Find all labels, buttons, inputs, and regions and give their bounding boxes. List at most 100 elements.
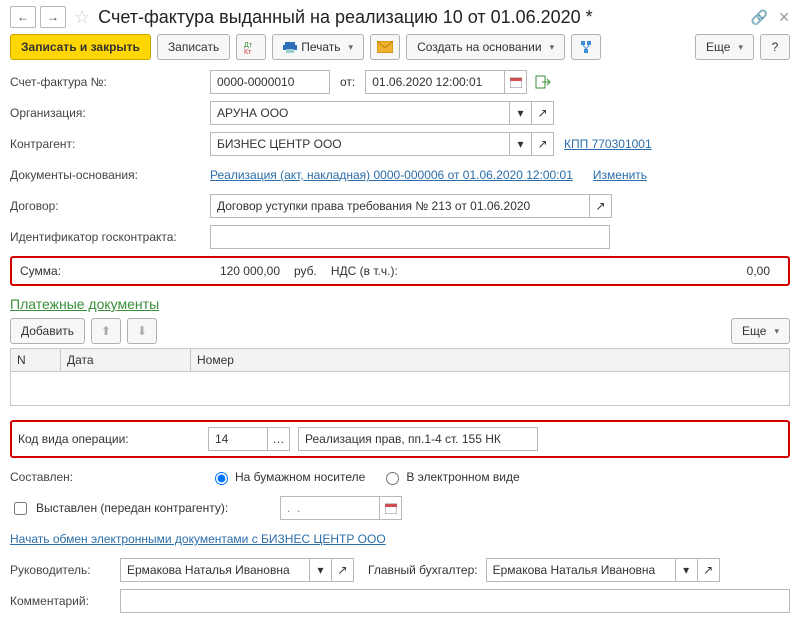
nav-back-button[interactable]: ←: [10, 6, 36, 28]
doc-arrow-icon: [535, 75, 551, 89]
question-icon: ?: [772, 40, 779, 54]
debit-credit-button[interactable]: ДтКт: [236, 34, 266, 60]
composed-paper-option[interactable]: На бумажном носителе: [210, 469, 365, 485]
favorite-star-icon[interactable]: ☆: [74, 7, 90, 28]
goscontract-input[interactable]: [210, 225, 610, 249]
head-open-button[interactable]: ↗: [332, 558, 354, 582]
col-date[interactable]: Дата: [61, 349, 191, 371]
contract-open-button[interactable]: ↗: [590, 194, 612, 218]
goscontract-label: Идентификатор госконтракта:: [10, 230, 210, 244]
chevron-down-icon: ▾: [517, 106, 523, 120]
contract-label: Договор:: [10, 199, 210, 213]
head-dropdown-button[interactable]: ▾: [310, 558, 332, 582]
create-based-on-button[interactable]: Создать на основании: [406, 34, 565, 60]
composed-electronic-option[interactable]: В электронном виде: [381, 469, 519, 485]
edo-start-link[interactable]: Начать обмен электронными документами с …: [10, 532, 386, 546]
org-label: Организация:: [10, 106, 210, 120]
contr-label: Контрагент:: [10, 137, 210, 151]
window-title: Счет-фактура выданный на реализацию 10 о…: [98, 7, 741, 28]
sum-currency: руб.: [294, 264, 317, 278]
composed-paper-radio[interactable]: [215, 472, 228, 485]
opcode-label: Код вида операции:: [18, 432, 208, 446]
calendar-icon: [510, 76, 522, 88]
org-input[interactable]: АРУНА ООО: [210, 101, 510, 125]
opcode-desc: Реализация прав, пп.1-4 ст. 155 НК: [298, 427, 538, 451]
paydocs-add-button[interactable]: Добавить: [10, 318, 85, 344]
contr-open-button[interactable]: ↗: [532, 132, 554, 156]
svg-text:Кт: Кт: [244, 49, 252, 54]
comment-input[interactable]: [120, 589, 790, 613]
accountant-input[interactable]: Ермакова Наталья Ивановна: [486, 558, 676, 582]
accountant-label: Главный бухгалтер:: [368, 563, 478, 577]
calendar-icon: [385, 502, 397, 514]
opcode-select-button[interactable]: …: [268, 427, 290, 451]
paydocs-section-header[interactable]: Платежные документы: [10, 296, 159, 312]
structure-button[interactable]: [571, 34, 601, 60]
open-icon: ↗: [595, 199, 605, 213]
more-button[interactable]: Еще: [695, 34, 754, 60]
issued-date-calendar-button[interactable]: [380, 496, 402, 520]
open-icon: ↗: [703, 563, 713, 577]
issued-date-input[interactable]: . .: [280, 496, 380, 520]
sf-number-input[interactable]: 0000-0000010: [210, 70, 330, 94]
head-label: Руководитель:: [10, 563, 120, 577]
contract-input[interactable]: Договор уступки права требования № 213 о…: [210, 194, 590, 218]
head-input[interactable]: Ермакова Наталья Ивановна: [120, 558, 310, 582]
sf-date-calendar-button[interactable]: [505, 70, 527, 94]
arrow-left-icon: ←: [17, 10, 29, 24]
base-docs-edit-link[interactable]: Изменить: [593, 168, 647, 182]
paydocs-table-body[interactable]: [10, 372, 790, 406]
comment-label: Комментарий:: [10, 594, 120, 608]
print-button[interactable]: Печать: [272, 34, 364, 60]
nds-amount: 0,00: [398, 264, 780, 278]
sum-label: Сумма:: [20, 264, 160, 278]
sum-amount: 120 000,00: [160, 264, 280, 278]
svg-text:Дт: Дт: [244, 42, 253, 49]
structure-icon: [579, 40, 593, 54]
nds-label: НДС (в т.ч.):: [331, 264, 398, 278]
email-button[interactable]: [370, 34, 400, 60]
contr-dropdown-button[interactable]: ▾: [510, 132, 532, 156]
debit-credit-icon: ДтКт: [244, 40, 258, 54]
nav-forward-button[interactable]: →: [40, 6, 66, 28]
chevron-down-icon: ▾: [683, 563, 689, 577]
open-icon: ↗: [537, 106, 547, 120]
issued-checkbox[interactable]: [14, 502, 27, 515]
sf-date-input[interactable]: 01.06.2020 12:00:01: [365, 70, 505, 94]
save-button[interactable]: Записать: [157, 34, 230, 60]
col-n[interactable]: N: [11, 349, 61, 371]
arrow-up-icon: ⬆: [101, 324, 111, 338]
col-number[interactable]: Номер: [191, 349, 789, 371]
close-icon[interactable]: ✕: [778, 9, 790, 26]
composed-label: Составлен:: [10, 470, 210, 484]
paydocs-table-header: N Дата Номер: [10, 348, 790, 372]
open-icon: ↗: [337, 563, 347, 577]
issued-checkbox-label[interactable]: Выставлен (передан контрагенту):: [10, 499, 280, 518]
printer-icon: [283, 41, 297, 53]
accountant-open-button[interactable]: ↗: [698, 558, 720, 582]
opcode-input[interactable]: 14: [208, 427, 268, 451]
ellipsis-icon: …: [273, 432, 285, 446]
contr-input[interactable]: БИЗНЕС ЦЕНТР ООО: [210, 132, 510, 156]
save-close-button[interactable]: Записать и закрыть: [10, 34, 151, 60]
sf-from-label: от:: [340, 75, 355, 89]
composed-electronic-radio[interactable]: [386, 472, 399, 485]
base-docs-label: Документы-основания:: [10, 168, 210, 182]
help-button[interactable]: ?: [760, 34, 790, 60]
paydocs-more-button[interactable]: Еще: [731, 318, 790, 344]
contr-kpp-link[interactable]: КПП 770301001: [564, 137, 652, 151]
chevron-down-icon: ▾: [517, 137, 523, 151]
paydocs-move-down-button[interactable]: ⬇: [127, 318, 157, 344]
org-open-button[interactable]: ↗: [532, 101, 554, 125]
arrow-right-icon: →: [47, 10, 59, 24]
chevron-down-icon: ▾: [317, 563, 323, 577]
base-docs-link[interactable]: Реализация (акт, накладная) 0000-000006 …: [210, 168, 573, 182]
sf-date-action-icon[interactable]: [535, 75, 551, 89]
arrow-down-icon: ⬇: [137, 324, 147, 338]
open-icon: ↗: [537, 137, 547, 151]
paydocs-move-up-button[interactable]: ⬆: [91, 318, 121, 344]
org-dropdown-button[interactable]: ▾: [510, 101, 532, 125]
envelope-icon: [377, 41, 393, 53]
link-icon[interactable]: 🔗: [751, 9, 768, 26]
accountant-dropdown-button[interactable]: ▾: [676, 558, 698, 582]
